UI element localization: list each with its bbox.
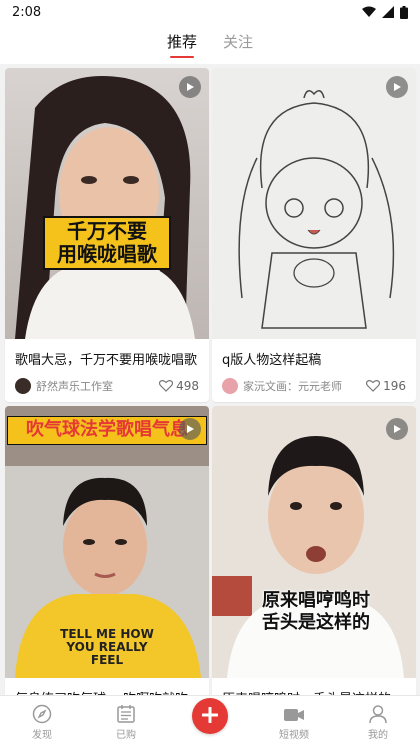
nav-label: 短视频 — [279, 730, 309, 741]
battery-icon — [400, 5, 408, 19]
heart-icon — [366, 380, 381, 392]
compass-icon — [32, 704, 52, 724]
signal-icon — [382, 6, 394, 18]
add-button[interactable] — [192, 698, 228, 734]
play-icon[interactable] — [386, 76, 408, 98]
thumbnail-caption-line: 用喉咙唱歌 — [57, 242, 157, 266]
nav-discover[interactable]: 发现 — [0, 696, 84, 746]
person-icon — [369, 705, 387, 724]
nav-label: 发现 — [32, 730, 52, 741]
like-count[interactable]: 196 — [366, 379, 406, 393]
video-feed[interactable]: 千万不要 用喉咙唱歌 歌唱大忌，千万不要用喉咙唱歌 舒然声乐工作室 498 q版… — [0, 64, 420, 696]
video-thumbnail[interactable]: 千万不要 用喉咙唱歌 — [5, 68, 209, 339]
tab-recommend[interactable]: 推荐 — [167, 31, 197, 58]
video-camera-icon — [284, 709, 304, 721]
nav-profile[interactable]: 我的 — [336, 696, 420, 746]
heart-icon — [159, 380, 174, 392]
video-thumbnail[interactable]: 原来唱哼鸣时 舌头是这样的 — [212, 406, 416, 678]
thumbnail-caption-line: 原来唱哼鸣时 — [262, 590, 370, 611]
like-count-value: 196 — [383, 379, 406, 393]
top-tabs: 推荐 关注 — [0, 24, 420, 64]
video-card[interactable]: q版人物这样起稿 家沅文画：元元老师 196 — [212, 68, 416, 402]
bottom-nav: 发现 已购 短视频 我的 — [0, 695, 420, 746]
play-icon[interactable] — [179, 418, 201, 440]
thumbnail-caption-line: 舌头是这样的 — [262, 611, 370, 633]
plus-icon — [202, 707, 218, 723]
thumbnail-sketch-image — [212, 68, 416, 339]
thumbnail-woman-image — [5, 68, 209, 339]
card-author[interactable]: 家沅文画：元元老师 — [222, 378, 342, 394]
author-name: 舒然声乐工作室 — [36, 380, 113, 393]
like-count[interactable]: 498 — [159, 379, 199, 393]
card-title[interactable]: q版人物这样起稿 — [212, 349, 416, 368]
avatar — [222, 378, 238, 394]
status-time: 2:08 — [12, 4, 42, 20]
status-bar: 2:08 — [0, 0, 420, 24]
shirt-text: TELL ME HOW YOU REALLY FEEL — [60, 627, 154, 668]
calendar-icon — [117, 705, 135, 723]
thumbnail-caption: 千万不要 用喉咙唱歌 — [43, 216, 171, 270]
card-meta: 舒然声乐工作室 498 — [5, 378, 209, 394]
like-count-value: 498 — [176, 379, 199, 393]
thumbnail-caption-line: 千万不要 — [67, 219, 147, 243]
video-card[interactable]: 原来唱哼鸣时 舌头是这样的 原来唱哼鸣时，舌头是这样的 — [212, 406, 416, 696]
play-icon[interactable] — [386, 418, 408, 440]
nav-short-video[interactable]: 短视频 — [252, 696, 336, 746]
video-thumbnail[interactable] — [212, 68, 416, 339]
thumbnail-caption: 吹气球法学歌唱气息 — [7, 416, 207, 445]
video-card[interactable]: TELL ME HOW YOU REALLY FEEL 吹气球法学歌唱气息 气息… — [5, 406, 209, 696]
nav-purchased[interactable]: 已购 — [84, 696, 168, 746]
nav-add[interactable] — [168, 696, 252, 746]
card-author[interactable]: 舒然声乐工作室 — [15, 378, 113, 394]
status-icons — [362, 5, 408, 19]
card-meta: 家沅文画：元元老师 196 — [212, 378, 416, 394]
author-name: 家沅文画：元元老师 — [243, 380, 342, 393]
card-title[interactable]: 歌唱大忌，千万不要用喉咙唱歌 — [5, 349, 209, 368]
wifi-icon — [362, 6, 376, 17]
thumbnail-man-white-shirt-image — [212, 406, 416, 678]
play-icon[interactable] — [179, 76, 201, 98]
avatar — [15, 378, 31, 394]
video-thumbnail[interactable]: TELL ME HOW YOU REALLY FEEL 吹气球法学歌唱气息 — [5, 406, 209, 678]
tab-following[interactable]: 关注 — [223, 31, 253, 58]
video-card[interactable]: 千万不要 用喉咙唱歌 歌唱大忌，千万不要用喉咙唱歌 舒然声乐工作室 498 — [5, 68, 209, 402]
thumbnail-caption: 原来唱哼鸣时 舌头是这样的 — [256, 590, 376, 633]
nav-label: 我的 — [368, 730, 388, 741]
nav-label: 已购 — [116, 730, 136, 741]
